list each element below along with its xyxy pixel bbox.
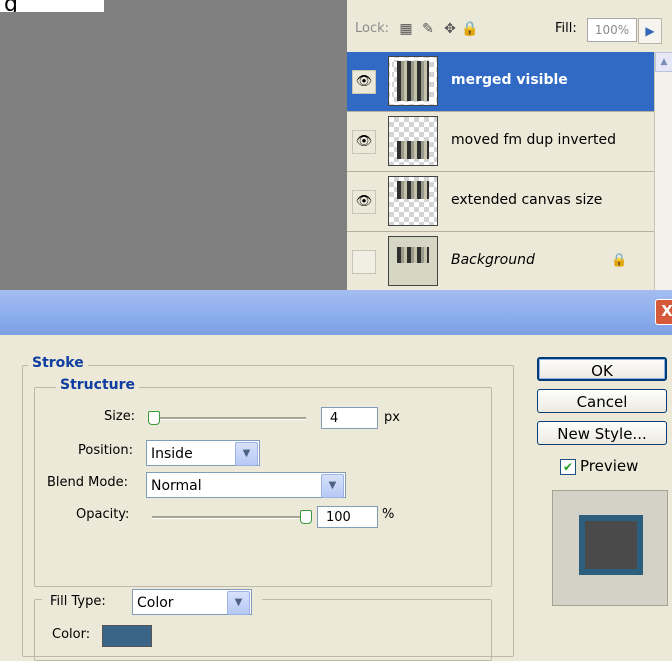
close-button[interactable]: X [655,299,672,325]
layer-thumbnail [388,56,438,106]
layer-thumbnail [388,236,438,286]
style-preview [552,490,668,606]
canvas-text-fragment: g [0,0,104,12]
layer-style-dialog: Stroke Structure Size: 4 px Position: In… [0,335,672,661]
fill-type-select-value: Color [137,595,174,611]
layers-panel: Lock: ▦ ✎ ✥ 🔒 Fill: 100% ▶ 👁 merged visi… [347,0,672,292]
preview-swatch [579,515,643,575]
size-slider-thumb[interactable] [148,411,160,425]
lock-label: Lock: [355,21,390,36]
layers-lock-row: Lock: ▦ ✎ ✥ 🔒 Fill: 100% ▶ [347,0,672,53]
lock-move-icon[interactable]: ✥ [441,20,459,38]
position-select-value: Inside [151,446,193,462]
fill-slider-arrow-icon[interactable]: ▶ [638,18,662,44]
color-label: Color: [52,627,91,642]
chevron-down-icon[interactable]: ▼ [227,591,250,615]
layer-thumbnail [388,176,438,226]
opacity-label: Opacity: [76,507,130,522]
dialog-titlebar[interactable]: X [0,290,672,335]
layer-row-moved-fm-dup-inverted[interactable]: 👁 moved fm dup inverted [347,112,654,172]
layer-thumbnail [388,116,438,166]
ok-button[interactable]: OK [537,357,667,381]
structure-legend: Structure [56,377,140,393]
layer-row-background[interactable]: Background 🔒 [347,232,654,292]
preview-label: Preview [580,457,639,475]
opacity-slider-track[interactable] [152,516,310,519]
size-input[interactable]: 4 [321,407,378,429]
layer-row-extended-canvas-size[interactable]: 👁 extended canvas size [347,172,654,232]
size-slider-track[interactable] [152,417,306,420]
lock-all-icon[interactable]: 🔒 [461,20,479,38]
eye-icon[interactable]: 👁 [352,130,376,154]
size-unit: px [384,410,400,425]
preview-checkbox[interactable]: ✔ [560,459,576,475]
fill-type-label: Fill Type: [50,594,106,609]
eye-icon[interactable]: 👁 [352,190,376,214]
position-label: Position: [78,443,133,458]
blend-mode-select[interactable]: Normal ▼ [146,472,346,498]
chevron-down-icon[interactable]: ▼ [235,442,258,466]
stroke-legend: Stroke [28,355,88,371]
scroll-up-icon[interactable]: ▲ [655,52,672,72]
blend-mode-select-value: Normal [151,478,202,494]
layers-scrollbar[interactable]: ▲ [654,52,672,290]
layer-row-merged-visible[interactable]: 👁 merged visible [347,52,654,112]
visibility-toggle[interactable] [352,250,376,274]
document-canvas[interactable]: g [0,0,347,290]
fill-type-select[interactable]: Color ▼ [132,589,252,615]
layer-name: moved fm dup inverted [451,132,616,148]
layer-name: Background [451,252,535,268]
opacity-unit: % [382,507,395,522]
lock-transparency-icon[interactable]: ▦ [397,20,415,38]
blend-mode-label: Blend Mode: [47,475,128,490]
opacity-input[interactable]: 100 [317,506,378,528]
eye-icon[interactable]: 👁 [352,70,376,94]
layer-name: merged visible [451,72,568,88]
fill-label: Fill: [555,21,577,36]
fill-input[interactable]: 100% [587,18,637,42]
lock-brush-icon[interactable]: ✎ [419,20,437,38]
opacity-slider-thumb[interactable] [300,510,312,524]
new-style-button[interactable]: New Style... [537,421,667,445]
size-label: Size: [104,409,136,424]
lock-icon: 🔒 [611,253,628,268]
cancel-button[interactable]: Cancel [537,389,667,413]
chevron-down-icon[interactable]: ▼ [321,474,344,498]
position-select[interactable]: Inside ▼ [146,440,260,466]
layer-name: extended canvas size [451,192,603,208]
